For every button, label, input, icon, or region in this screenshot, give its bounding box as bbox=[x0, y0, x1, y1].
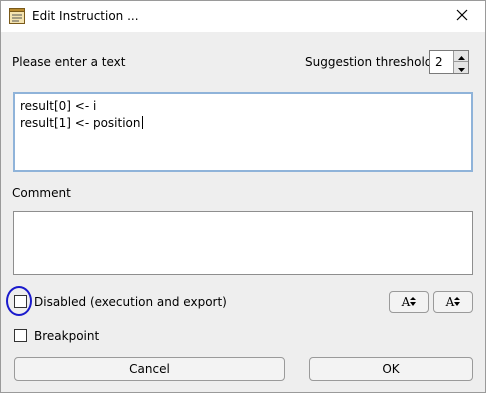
instruction-text-area[interactable]: result[0] <- i result[1] <- position bbox=[13, 92, 473, 172]
suggestion-threshold-label: Suggestion threshold bbox=[305, 55, 433, 69]
disabled-label: Disabled (execution and export) bbox=[34, 295, 227, 309]
font-increase-icon bbox=[410, 295, 417, 309]
comment-label: Comment bbox=[12, 186, 71, 200]
window-title: Edit Instruction ... bbox=[32, 9, 139, 23]
title-bar: Edit Instruction ... bbox=[1, 1, 485, 32]
font-increase-label: A bbox=[401, 295, 411, 309]
close-icon bbox=[456, 9, 468, 24]
arrow-down-icon bbox=[457, 61, 465, 75]
disabled-checkbox[interactable] bbox=[14, 295, 27, 308]
comment-text-area[interactable] bbox=[13, 211, 473, 275]
text-line: result[0] <- i bbox=[20, 99, 97, 113]
close-button[interactable] bbox=[439, 1, 485, 32]
spinner-buttons bbox=[453, 51, 468, 73]
font-decrease-icon bbox=[454, 295, 461, 309]
breakpoint-label: Breakpoint bbox=[34, 329, 100, 343]
suggestion-threshold-value[interactable]: 2 bbox=[435, 55, 443, 69]
text-line: result[1] <- position bbox=[20, 116, 143, 130]
edit-instruction-dialog: Edit Instruction ... Please enter a text… bbox=[0, 0, 486, 393]
ok-button[interactable]: OK bbox=[309, 357, 473, 381]
increase-font-button[interactable]: A bbox=[389, 291, 429, 313]
prompt-label: Please enter a text bbox=[12, 55, 126, 69]
suggestion-threshold-spinner[interactable]: 2 bbox=[429, 50, 469, 74]
dialog-content: Please enter a text Suggestion threshold… bbox=[1, 32, 485, 392]
decrease-font-button[interactable]: A bbox=[433, 291, 473, 313]
spinner-down-button[interactable] bbox=[454, 62, 468, 73]
breakpoint-checkbox[interactable] bbox=[14, 329, 27, 342]
font-decrease-label: A bbox=[445, 295, 455, 309]
cancel-button[interactable]: Cancel bbox=[14, 357, 285, 381]
text-caret bbox=[141, 116, 143, 129]
window-app-icon bbox=[9, 8, 25, 24]
